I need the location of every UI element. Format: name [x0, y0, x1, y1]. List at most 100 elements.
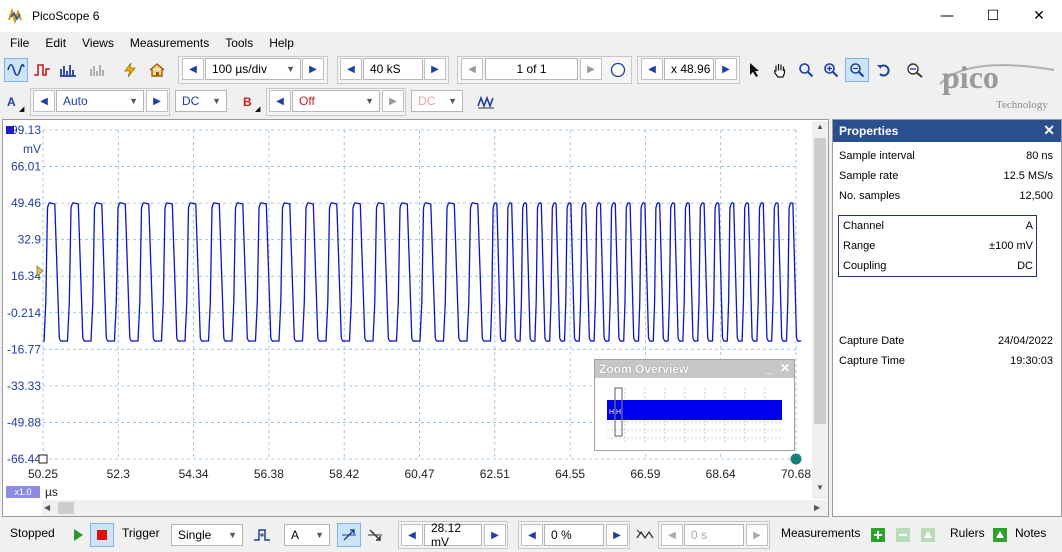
default-setup-button[interactable] — [145, 58, 169, 82]
pre-trigger-value: 0 % — [551, 528, 572, 542]
zoom-in-button[interactable] — [819, 58, 843, 82]
add-measurement-button[interactable] — [866, 523, 890, 547]
samples-decrease-button[interactable]: ◀ — [340, 58, 362, 80]
zoom-out-button[interactable] — [845, 58, 869, 82]
channel-a-coupling-value: DC — [182, 94, 200, 108]
pre-trigger-field[interactable]: 0 % — [544, 524, 604, 546]
maximize-button[interactable]: ☐ — [970, 0, 1016, 32]
pre-trigger-increase-button[interactable]: ▶ — [606, 524, 628, 546]
rulers-settings-button[interactable] — [988, 523, 1012, 547]
delay-field[interactable]: 0 s — [684, 524, 744, 546]
timebase-increase-button[interactable]: ▶ — [302, 58, 324, 80]
scope-mode-button[interactable] — [4, 58, 28, 82]
zoom-overview-panel[interactable]: Zoom Overview _ ✕ H H — [594, 359, 795, 451]
zoom-fit-button[interactable] — [903, 58, 927, 82]
delay-decrease-button[interactable]: ◀ — [661, 524, 683, 546]
samples-increase-button[interactable]: ▶ — [424, 58, 446, 80]
property-value: 24/04/2022 — [997, 335, 1053, 347]
auto-setup-button[interactable] — [118, 58, 142, 82]
property-row: Capture Time 19:30:03 — [839, 351, 1053, 371]
zoom-factor-field[interactable]: x 48.96 — [664, 58, 714, 80]
menu-file[interactable]: File — [10, 36, 29, 50]
stop-icon — [97, 530, 107, 540]
delay-increase-button[interactable]: ▶ — [746, 524, 768, 546]
menu-help[interactable]: Help — [269, 36, 294, 50]
zoom-overview-minimize-button[interactable]: _ — [765, 361, 772, 375]
vertical-scrollbar[interactable]: ▲ ▼ — [812, 121, 828, 499]
buffer-prev-button[interactable]: ◀ — [461, 58, 483, 80]
x-tick-label: 68.64 — [706, 467, 736, 481]
scope-view[interactable]: 99.13 66.01 49.46 32.9 16.34 -0.214 -16.77 -33.… — [2, 119, 829, 517]
trigger-channel-dropdown[interactable]: A ▼ — [284, 524, 330, 546]
y-tick-label: 99.13 — [11, 123, 41, 137]
channel-b-label[interactable]: B — [243, 95, 252, 109]
trigger-level-increase-button[interactable]: ▶ — [484, 524, 506, 546]
channel-b-range-decrease-button[interactable]: ◀ — [269, 90, 291, 112]
horizontal-scrollbar[interactable]: ◀ ▶ — [42, 500, 828, 516]
ruler-icon — [993, 528, 1007, 542]
vertical-scroll-thumb[interactable] — [814, 138, 826, 424]
falling-edge-button[interactable] — [363, 523, 387, 547]
signal-generator-button[interactable] — [474, 90, 498, 114]
trigger-channel-value: A — [291, 528, 300, 542]
picoscope-app-icon — [8, 8, 22, 24]
minimize-button[interactable]: — — [924, 0, 970, 32]
trigger-level-field[interactable]: 28.12 mV — [424, 521, 482, 549]
y-tick-label: -49.88 — [7, 415, 41, 429]
menu-tools[interactable]: Tools — [225, 36, 253, 50]
math-channels-button[interactable] — [86, 58, 110, 82]
spectrum-mode-button[interactable] — [56, 58, 80, 82]
stop-capture-button[interactable] — [90, 523, 114, 547]
menu-measurements[interactable]: Measurements — [130, 36, 209, 50]
channel-a-label[interactable]: A — [7, 95, 16, 109]
pre-trigger-decrease-button[interactable]: ◀ — [521, 524, 543, 546]
channel-a-range-dropdown[interactable]: Auto ▼ — [56, 90, 144, 112]
scroll-left-icon[interactable]: ◀ — [44, 501, 56, 515]
select-tool-button[interactable] — [743, 58, 767, 82]
rising-edge-button[interactable] — [337, 523, 361, 547]
zoom-overview-title: Zoom Overview — [599, 362, 689, 376]
zoom-overview-close-button[interactable]: ✕ — [780, 361, 790, 375]
chevron-down-icon: ▼ — [448, 96, 457, 106]
remove-measurement-button[interactable] — [891, 523, 915, 547]
advanced-trigger-button[interactable] — [250, 523, 274, 547]
rising-edge-icon — [342, 529, 356, 541]
logo-tagline: Technology — [996, 99, 1048, 111]
post-trigger-delay-button[interactable] — [633, 523, 657, 547]
timebase-dropdown[interactable]: 100 µs/div ▼ — [205, 58, 301, 80]
channel-b-coupling-dropdown[interactable]: DC ▼ — [411, 90, 463, 112]
close-button[interactable]: ✕ — [1016, 0, 1062, 32]
trigger-mode-dropdown[interactable]: Single ▼ — [171, 524, 243, 546]
timebase-decrease-button[interactable]: ◀ — [182, 58, 204, 80]
zoom-region-button[interactable] — [794, 58, 818, 82]
channel-a-range-decrease-button[interactable]: ◀ — [33, 90, 55, 112]
edit-measurement-button[interactable] — [916, 523, 940, 547]
channel-b-range-increase-button[interactable]: ▶ — [382, 90, 404, 112]
scroll-up-icon[interactable]: ▲ — [813, 122, 827, 136]
property-value: A — [1025, 220, 1033, 232]
zoom-decrease-button[interactable]: ◀ — [641, 58, 663, 80]
menu-edit[interactable]: Edit — [45, 36, 66, 50]
scroll-right-icon[interactable]: ▶ — [814, 501, 826, 515]
channel-a-coupling-dropdown[interactable]: DC ▼ — [175, 90, 227, 112]
start-capture-button[interactable] — [66, 523, 90, 547]
channel-a-range-increase-button[interactable]: ▶ — [146, 90, 168, 112]
undo-zoom-button[interactable] — [872, 58, 896, 82]
persistence-mode-button[interactable] — [30, 58, 54, 82]
trigger-level-decrease-button[interactable]: ◀ — [401, 524, 423, 546]
falling-edge-icon — [368, 529, 382, 541]
hand-tool-button[interactable] — [768, 58, 792, 82]
horizontal-scroll-thumb[interactable] — [58, 502, 74, 514]
pointer-arrow-icon — [750, 63, 759, 77]
y-tick-label: 66.01 — [11, 160, 41, 174]
samples-field[interactable]: 40 kS — [363, 58, 423, 80]
menu-views[interactable]: Views — [82, 36, 114, 50]
buffer-navigator-button[interactable] — [606, 58, 630, 82]
channel-b-range-dropdown[interactable]: Off ▼ — [292, 90, 380, 112]
zoom-overview-thumbnail[interactable]: H H — [595, 378, 794, 450]
scroll-down-icon[interactable]: ▼ — [813, 483, 827, 497]
buffer-field[interactable]: 1 of 1 — [485, 58, 578, 80]
buffer-next-button[interactable]: ▶ — [580, 58, 602, 80]
properties-close-button[interactable]: ✕ — [1043, 122, 1055, 139]
zoom-increase-button[interactable]: ▶ — [715, 58, 737, 80]
